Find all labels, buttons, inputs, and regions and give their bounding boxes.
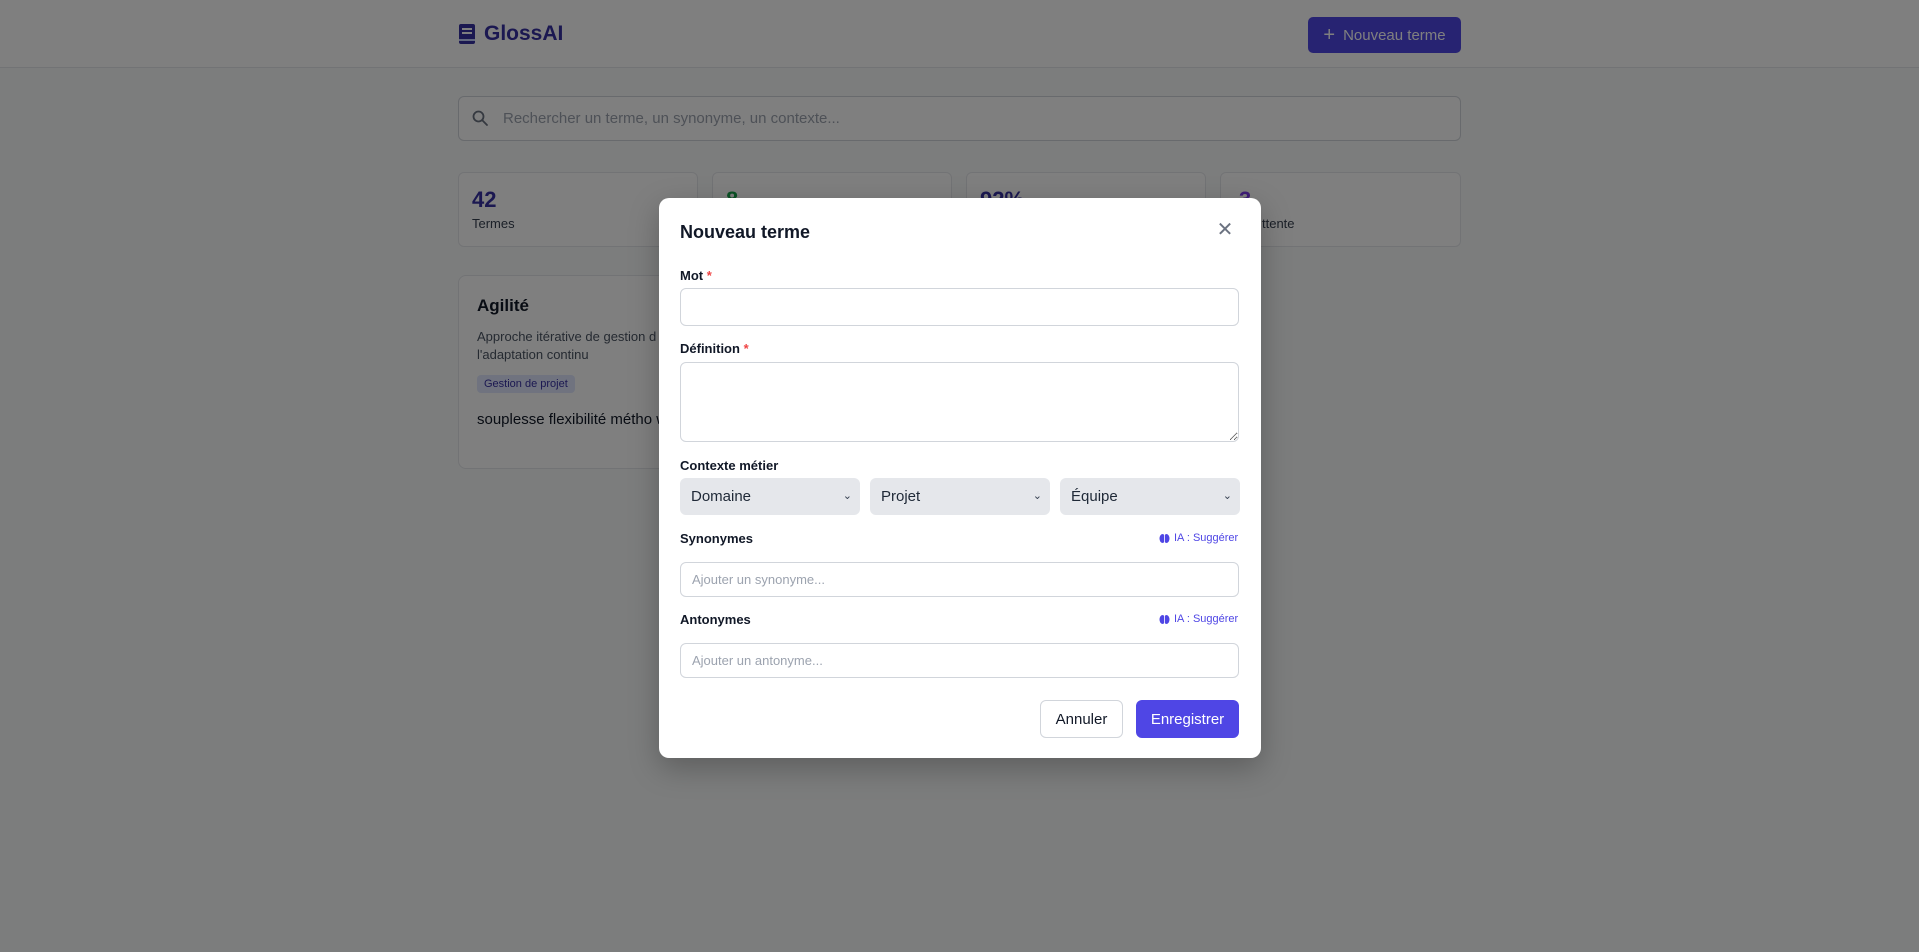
definition-label: Définition * (680, 341, 749, 356)
new-term-modal: Nouveau terme ✕ Mot * Définition * Conte… (659, 198, 1261, 758)
mot-label: Mot * (680, 268, 712, 283)
ai-suggest-antonyms-button[interactable]: IA : Suggérer (1159, 613, 1238, 625)
antonyms-label: Antonymes (680, 612, 751, 627)
required-mark: * (743, 341, 749, 356)
synonym-input[interactable] (680, 562, 1239, 597)
close-icon[interactable]: ✕ (1213, 218, 1237, 242)
ai-suggest-synonyms-button[interactable]: IA : Suggérer (1159, 532, 1238, 544)
antonym-input[interactable] (680, 643, 1239, 678)
context-label: Contexte métier (680, 458, 779, 473)
chevron-down-icon: ⌄ (842, 490, 852, 502)
definition-textarea[interactable] (680, 362, 1239, 442)
domain-select[interactable]: Domaine ⌄ (680, 478, 860, 515)
ai-suggest-label: IA : Suggérer (1174, 532, 1239, 544)
definition-label-text: Définition (680, 341, 740, 356)
modal-title: Nouveau terme (680, 222, 811, 242)
brain-icon (1159, 533, 1170, 543)
project-select[interactable]: Projet ⌄ (870, 478, 1050, 515)
chevron-down-icon: ⌄ (1032, 490, 1042, 502)
save-button[interactable]: Enregistrer (1136, 700, 1239, 738)
select-value: Domaine (691, 488, 752, 505)
select-value: Projet (881, 488, 921, 505)
required-mark: * (706, 268, 712, 283)
ai-suggest-label: IA : Suggérer (1174, 613, 1239, 625)
synonyms-label: Synonymes (680, 531, 753, 546)
mot-input[interactable] (680, 288, 1239, 326)
chevron-down-icon: ⌄ (1222, 490, 1232, 502)
mot-label-text: Mot (680, 268, 704, 283)
select-value: Équipe (1071, 488, 1118, 505)
brain-icon (1159, 614, 1170, 624)
team-select[interactable]: Équipe ⌄ (1060, 478, 1240, 515)
cancel-button[interactable]: Annuler (1040, 700, 1123, 738)
